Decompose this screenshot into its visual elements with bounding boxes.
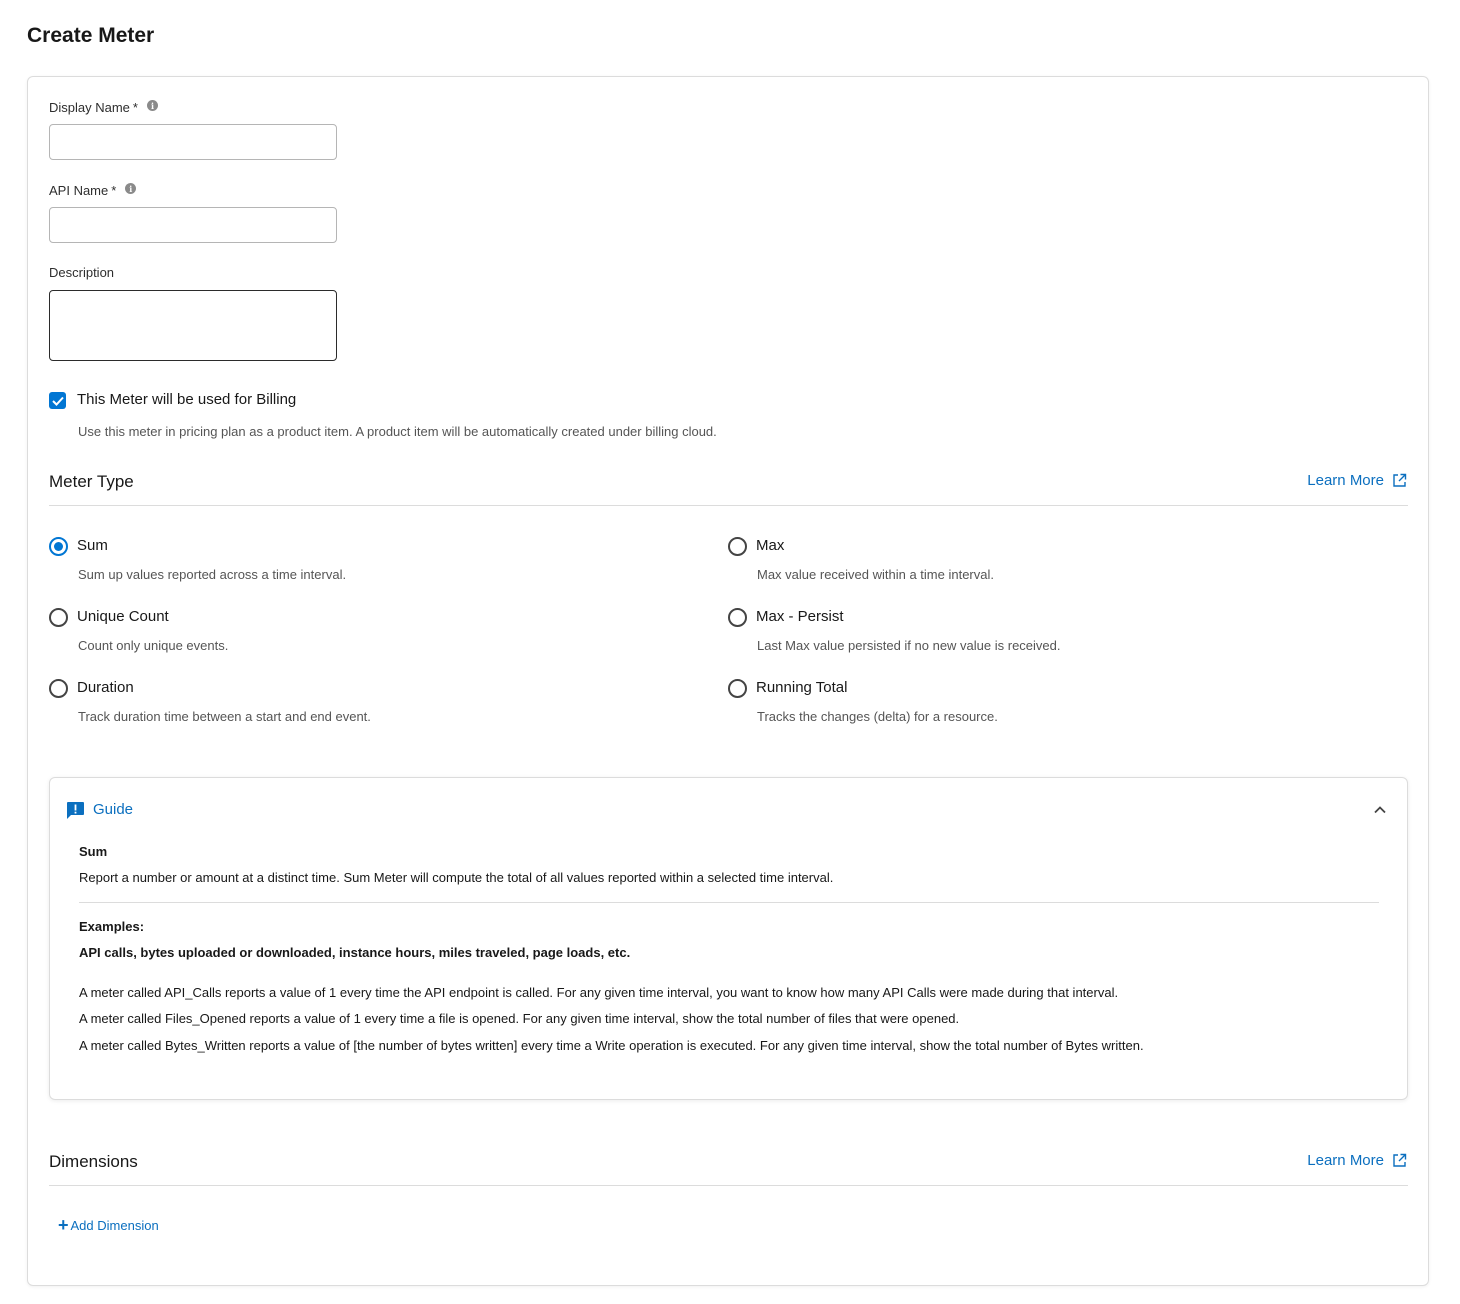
radio-unique-count-label[interactable]: Unique Count [77,608,169,625]
plus-icon: + [58,1215,69,1235]
api-name-label-text: API Name [49,183,109,198]
guide-heading: Sum [79,844,108,859]
external-link-icon [1393,1153,1407,1167]
add-dimension-button[interactable]: + Add Dimension [58,1216,159,1234]
description-label: Description [49,265,115,280]
guide-example-line: A meter called API_Calls reports a value… [79,985,1119,1000]
display-name-label: Display Name * i [49,100,158,115]
guide-summary: Report a number or amount at a distinct … [79,870,834,885]
radio-duration[interactable] [49,679,68,698]
guide-examples-list: API calls, bytes uploaded or downloaded,… [79,945,631,960]
radio-duration-desc: Track duration time between a start and … [78,709,371,724]
radio-running-total[interactable] [728,679,747,698]
radio-duration-label[interactable]: Duration [77,679,134,696]
radio-max[interactable] [728,537,747,556]
check-icon [51,396,64,406]
billing-checkbox[interactable] [49,392,66,409]
guide-title[interactable]: Guide [93,801,133,818]
radio-max-desc: Max value received within a time interva… [757,567,994,582]
dimensions-learn-more-link[interactable]: Learn More [1307,1152,1407,1169]
guide-divider [79,902,1379,903]
billing-help-text: Use this meter in pricing plan as a prod… [78,424,717,439]
meter-type-learn-more-link[interactable]: Learn More [1307,472,1407,489]
radio-running-total-desc: Tracks the changes (delta) for a resourc… [757,709,998,724]
learn-more-label: Learn More [1307,1152,1384,1169]
info-icon[interactable]: i [125,183,137,194]
info-icon[interactable]: i [146,100,158,111]
radio-sum-desc: Sum up values reported across a time int… [78,567,347,582]
feedback-icon [67,802,84,819]
radio-unique-count-desc: Count only unique events. [78,638,229,653]
api-name-label: API Name * i [49,183,137,198]
display-name-label-text: Display Name [49,100,130,115]
dimensions-title: Dimensions [49,1152,138,1171]
page-title: Create Meter [27,24,155,47]
radio-sum[interactable] [49,537,68,556]
learn-more-label: Learn More [1307,472,1384,489]
guide-example-line: A meter called Bytes_Written reports a v… [79,1038,1144,1053]
meter-type-title: Meter Type [49,472,134,491]
radio-running-total-label[interactable]: Running Total [756,679,847,696]
guide-examples-label: Examples: [79,919,145,934]
required-mark: * [111,183,117,198]
external-link-icon [1393,473,1407,487]
radio-unique-count[interactable] [49,608,68,627]
required-mark: * [132,100,138,115]
api-name-input[interactable] [49,207,337,243]
billing-checkbox-label[interactable]: This Meter will be used for Billing [77,391,296,408]
guide-panel: Guide Sum Report a number or amount at a… [49,777,1408,1100]
radio-max-label[interactable]: Max [756,537,784,554]
dimensions-divider [49,1185,1408,1186]
radio-max-persist-label[interactable]: Max - Persist [756,608,844,625]
display-name-input[interactable] [49,124,337,160]
create-meter-form-card: Display Name * i API Name * i Descriptio… [27,76,1429,1286]
radio-max-persist[interactable] [728,608,747,627]
meter-type-divider [49,505,1408,506]
radio-sum-label[interactable]: Sum [77,537,108,554]
add-dimension-label: Add Dimension [70,1217,159,1233]
guide-example-line: A meter called Files_Opened reports a va… [79,1011,960,1026]
description-textarea[interactable] [49,290,337,361]
chevron-up-icon[interactable] [1373,805,1387,814]
radio-max-persist-desc: Last Max value persisted if no new value… [757,638,1061,653]
